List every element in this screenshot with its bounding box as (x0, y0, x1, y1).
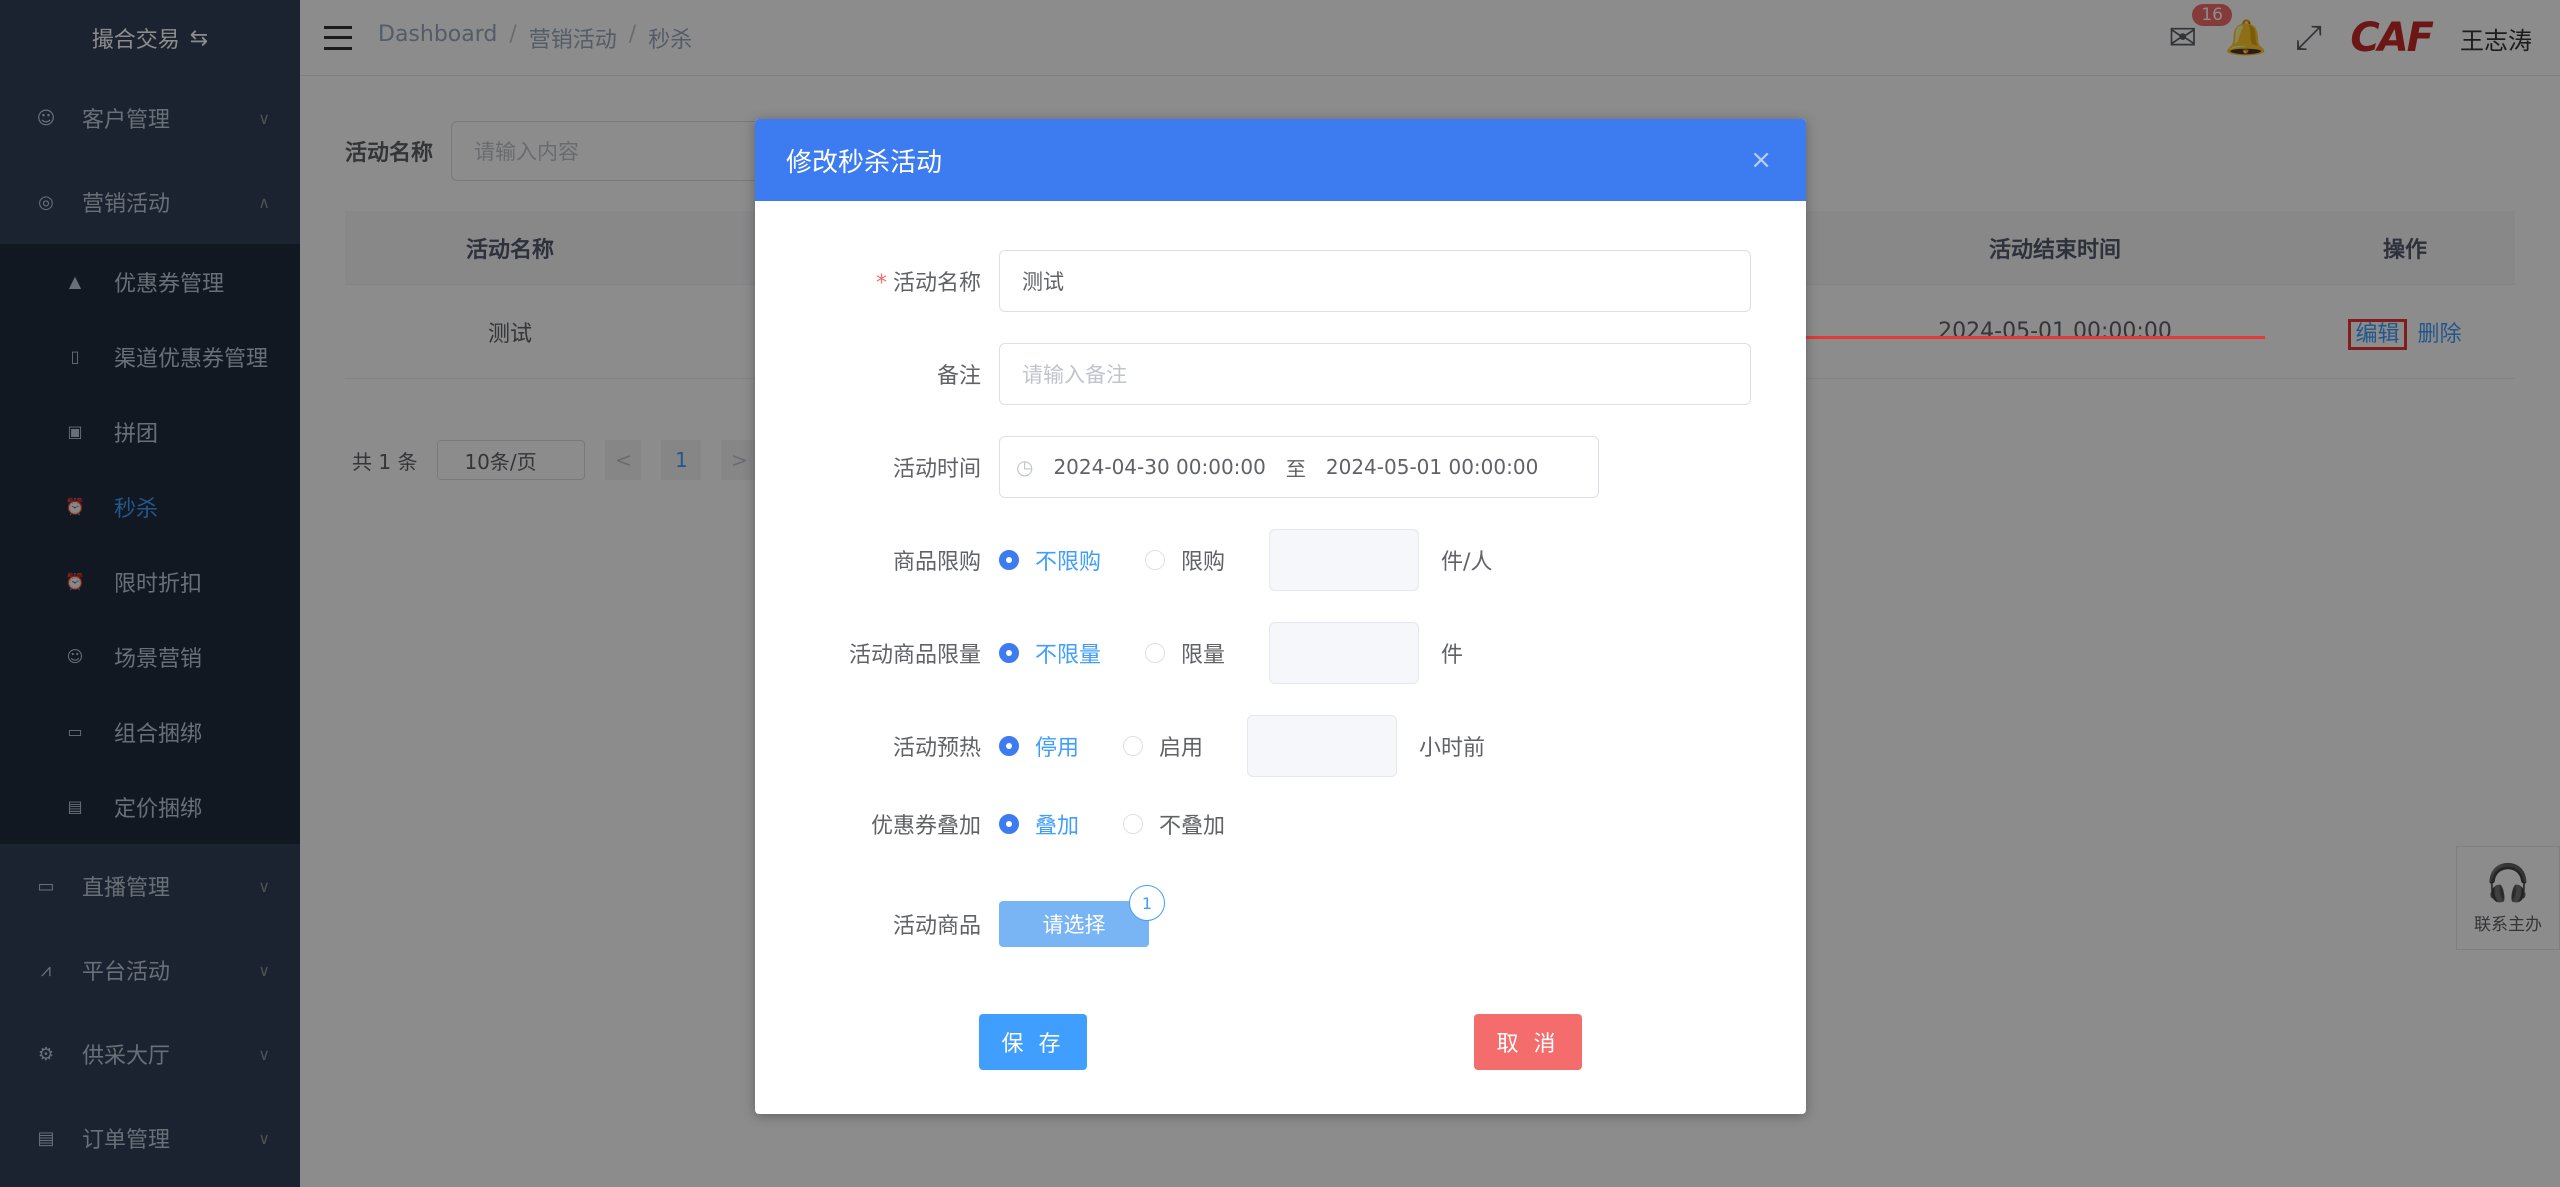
cancel-button[interactable]: 取 消 (1474, 1014, 1582, 1070)
preheat-unit: 小时前 (1419, 736, 1486, 761)
row-quantity-limit: 活动商品限量 不限量 限量 件 (755, 622, 1806, 684)
radio-unlimited-purchase[interactable]: 不限购 (999, 544, 1101, 576)
name-input[interactable]: 测试 (999, 250, 1751, 312)
qty-label: 活动商品限量 (848, 643, 981, 668)
row-name: * 活动名称 测试 (755, 250, 1806, 312)
required-mark: * (875, 271, 887, 296)
select-goods-button[interactable]: 请选择 1 (999, 885, 1165, 947)
limit-input[interactable] (1269, 529, 1420, 591)
radio-label: 不限量 (1035, 643, 1102, 668)
radio-label: 叠加 (1035, 814, 1080, 839)
radio-limited-qty[interactable]: 限量 (1145, 637, 1225, 669)
dialog-header: 修改秒杀活动 × (755, 119, 1806, 201)
radio-label: 不限购 (1035, 550, 1102, 575)
remark-label: 备注 (936, 364, 981, 389)
row-remark: 备注 请输入备注 (755, 343, 1806, 405)
radio-preheat-off[interactable]: 停用 (999, 730, 1079, 762)
clock-icon: ◷ (1016, 455, 1034, 479)
date-range-picker[interactable]: ◷ 2024-04-30 00:00:00 至 2024-05-01 00:00… (999, 436, 1599, 498)
row-time: 活动时间 ◷ 2024-04-30 00:00:00 至 2024-05-01 … (755, 436, 1806, 498)
dialog-title: 修改秒杀活动 (786, 147, 943, 178)
row-coupon-stack: 优惠券叠加 叠加 不叠加 (755, 808, 1806, 840)
end-time: 2024-05-01 00:00:00 (1325, 455, 1539, 479)
goods-count-badge: 1 (1129, 885, 1165, 921)
qty-unit: 件 (1441, 643, 1464, 668)
preheat-input[interactable] (1247, 715, 1398, 777)
close-icon[interactable]: × (1750, 145, 1772, 175)
remark-input[interactable]: 请输入备注 (999, 343, 1751, 405)
range-separator: 至 (1285, 456, 1306, 481)
name-label: * 活动名称 (755, 265, 999, 297)
limit-unit: 件/人 (1441, 550, 1493, 575)
radio-label: 不叠加 (1159, 814, 1226, 839)
radio-label: 限购 (1181, 550, 1226, 575)
row-preheat: 活动预热 停用 启用 小时前 (755, 715, 1806, 777)
coupon-label: 优惠券叠加 (870, 814, 981, 839)
annotation-arrow-line (1800, 336, 2265, 339)
row-goods: 活动商品 请选择 1 (755, 885, 1806, 947)
row-purchase-limit: 商品限购 不限购 限购 件/人 (755, 529, 1806, 591)
qty-input[interactable] (1269, 622, 1420, 684)
name-label-text: 活动名称 (892, 271, 981, 296)
radio-label: 限量 (1181, 643, 1226, 668)
select-goods-label: 请选择 (1042, 913, 1106, 937)
radio-no-stack[interactable]: 不叠加 (1123, 808, 1225, 840)
time-label: 活动时间 (892, 457, 981, 482)
goods-label: 活动商品 (892, 914, 981, 939)
radio-unlimited-qty[interactable]: 不限量 (999, 637, 1101, 669)
save-button[interactable]: 保 存 (979, 1014, 1087, 1070)
radio-limited-purchase[interactable]: 限购 (1145, 544, 1225, 576)
radio-label: 停用 (1035, 736, 1080, 761)
radio-preheat-on[interactable]: 启用 (1123, 730, 1203, 762)
radio-stack[interactable]: 叠加 (999, 808, 1079, 840)
preheat-label: 活动预热 (892, 736, 981, 761)
limit-label: 商品限购 (892, 550, 981, 575)
start-time: 2024-04-30 00:00:00 (1053, 455, 1266, 479)
radio-label: 启用 (1159, 736, 1204, 761)
edit-flash-sale-dialog: 修改秒杀活动 × * 活动名称 测试 备注 请输入备注 活动时间 ◷ 2024-0… (755, 119, 1806, 1114)
